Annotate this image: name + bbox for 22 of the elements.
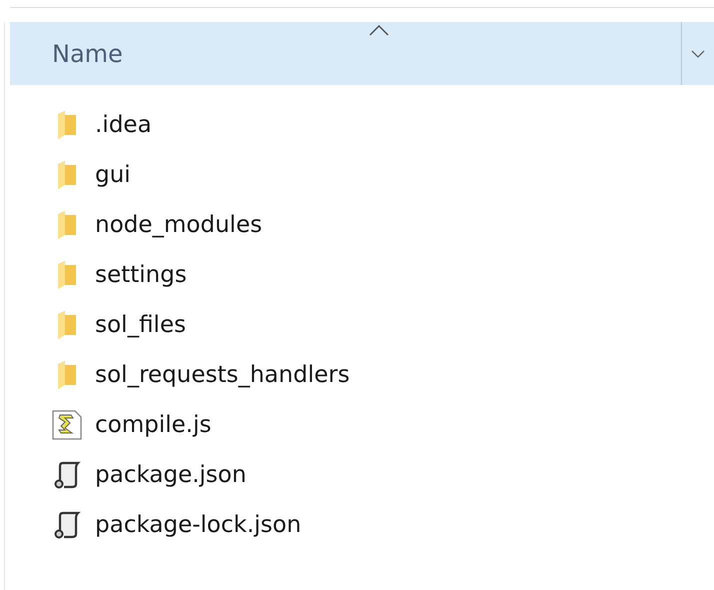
file-row[interactable]: package-lock.json <box>10 500 714 550</box>
column-header[interactable]: Name <box>10 22 714 85</box>
column-name-label: Name <box>52 40 124 68</box>
file-name: gui <box>95 162 131 188</box>
file-name: package-lock.json <box>95 512 302 538</box>
file-row[interactable]: compile.js <box>10 400 714 450</box>
file-row[interactable]: gui <box>10 150 714 200</box>
file-row[interactable]: node_modules <box>10 200 714 250</box>
file-name: settings <box>95 262 187 288</box>
file-name: .idea <box>95 112 152 138</box>
file-row[interactable]: .idea <box>10 100 714 150</box>
file-name: package.json <box>95 462 246 488</box>
chevron-down-icon <box>691 50 705 58</box>
file-row[interactable]: package.json <box>10 450 714 500</box>
file-name: node_modules <box>95 212 262 238</box>
file-row[interactable]: settings <box>10 250 714 300</box>
file-name: sol_files <box>95 312 186 338</box>
file-name: sol_requests_handlers <box>95 362 350 388</box>
file-name: compile.js <box>95 412 212 438</box>
file-row[interactable]: sol_requests_handlers <box>10 350 714 400</box>
file-row[interactable]: sol_files <box>10 300 714 350</box>
script-file-icon <box>50 409 84 441</box>
